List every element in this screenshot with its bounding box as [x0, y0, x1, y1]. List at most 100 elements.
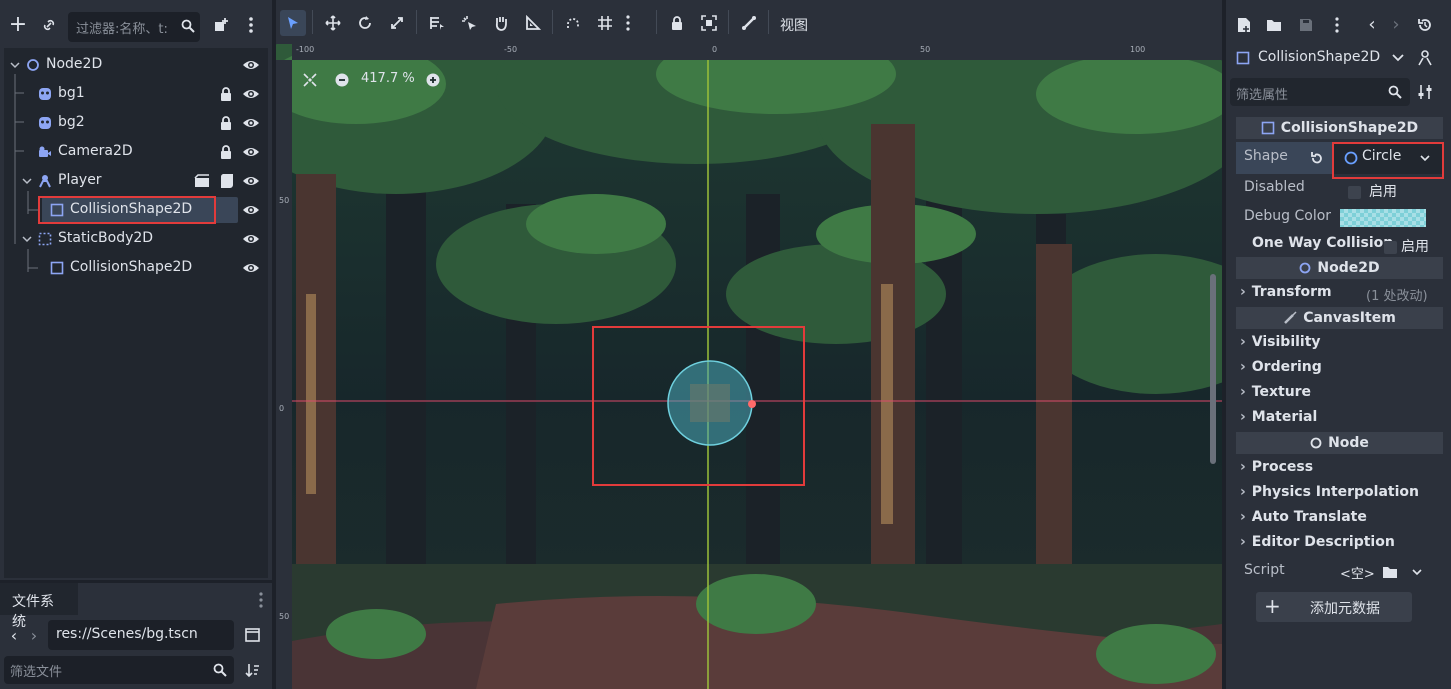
layout-toggle-icon[interactable] [244, 627, 260, 643]
view-menu[interactable]: 视图 [780, 15, 808, 35]
debug-color-swatch[interactable] [1340, 209, 1426, 227]
collapse-arrow-icon[interactable] [22, 176, 32, 186]
category-label: Visibility [1240, 334, 1321, 350]
transform-changes-note: (1 处改动) [1366, 289, 1428, 304]
scene-tree: Node2D bg1 bg2 Camera2D Player Collision… [4, 48, 268, 578]
script-value[interactable]: <空> [1340, 563, 1375, 582]
tree-node-node2d[interactable]: Node2D [4, 52, 268, 78]
visibility-eye-icon[interactable] [242, 172, 260, 190]
file-filter-input[interactable]: 筛选文件 [4, 656, 234, 684]
category-label: Auto Translate [1240, 509, 1367, 525]
collapse-arrow-icon[interactable] [10, 60, 20, 70]
visibility-eye-icon[interactable] [242, 201, 260, 219]
open-folder-icon[interactable] [1266, 16, 1282, 34]
disabled-value: 启用 [1369, 184, 1397, 200]
load-folder-icon[interactable] [1382, 565, 1398, 579]
back-arrow-icon[interactable]: ‹ [8, 626, 20, 645]
node-selector-dropdown[interactable]: CollisionShape2D [1230, 44, 1406, 72]
tree-node-player[interactable]: Player [4, 168, 268, 194]
sort-icon[interactable] [244, 662, 260, 678]
link-icon[interactable] [40, 16, 58, 34]
sprite-icon [39, 88, 51, 100]
history-back-icon[interactable]: ‹ [1366, 14, 1378, 35]
forward-arrow-icon[interactable]: › [28, 626, 40, 645]
visibility-eye-icon[interactable] [242, 259, 260, 277]
scene-instance-icon[interactable] [194, 174, 210, 188]
property-filter-input[interactable]: 筛选属性 [1230, 78, 1410, 106]
more-menu-icon[interactable] [254, 591, 268, 609]
node-doc-icon[interactable] [1416, 48, 1434, 68]
pivot-mode-button[interactable] [458, 12, 480, 34]
section-canvasitem[interactable]: CanvasItem [1236, 307, 1443, 329]
add-metadata-button[interactable]: + 添加元数据 [1256, 592, 1412, 622]
revert-icon[interactable] [1310, 151, 1324, 165]
visibility-eye-icon[interactable] [242, 143, 260, 161]
vertical-scrollbar[interactable] [1210, 274, 1216, 464]
property-options-icon[interactable] [1416, 83, 1434, 101]
lock-icon[interactable] [218, 115, 234, 131]
node-icon [1310, 437, 1322, 449]
add-node-icon[interactable]: + [8, 12, 28, 37]
zoom-level[interactable]: 417.7 % [361, 71, 415, 86]
tree-node-label: Camera2D [58, 143, 133, 159]
category-label: Physics Interpolation [1240, 484, 1419, 500]
tree-node-collisionshape2d-selected[interactable]: CollisionShape2D [4, 196, 268, 224]
path-field[interactable]: res://Scenes/bg.tscn [48, 620, 234, 650]
instance-scene-icon[interactable] [212, 16, 230, 34]
pan-mode-button[interactable] [490, 12, 512, 34]
one-way-collision-checkbox[interactable]: 启用 [1384, 236, 1429, 256]
section-title: CollisionShape2D [1280, 120, 1419, 136]
tree-node-bg2[interactable]: bg2 [4, 110, 268, 136]
tab-filesystem[interactable]: 文件系统 [0, 583, 78, 630]
chevron-down-icon[interactable] [1412, 569, 1422, 576]
zoom-out-icon[interactable] [334, 72, 350, 88]
history-icon[interactable] [1416, 16, 1434, 34]
list-select-button[interactable] [426, 12, 448, 34]
zoom-in-icon[interactable] [425, 72, 441, 88]
scene-toolbar: + 过滤器:名称、t: [0, 0, 272, 44]
save-icon[interactable] [1298, 16, 1314, 34]
new-resource-icon[interactable] [1236, 16, 1252, 34]
select-mode-button[interactable] [280, 10, 306, 36]
section-node[interactable]: Node [1236, 432, 1443, 454]
transform-category[interactable]: Transform (1 处改动) [1236, 284, 1446, 304]
category-label: Editor Description [1240, 534, 1395, 550]
canvas-viewport[interactable]: -100 -50 0 50 100 50 0 50 417.7 % [276, 44, 1222, 689]
ruler-mode-button[interactable] [522, 12, 544, 34]
history-forward-icon[interactable]: › [1390, 14, 1402, 35]
more-menu-icon[interactable] [1332, 16, 1342, 34]
camera-icon [39, 146, 51, 157]
smart-snap-button[interactable] [562, 12, 584, 34]
tree-node-collisionshape2d[interactable]: CollisionShape2D [4, 255, 268, 281]
scale-mode-button[interactable] [386, 12, 408, 34]
horizontal-ruler: -100 -50 0 50 100 [292, 44, 1222, 60]
skeleton-options-button[interactable] [738, 12, 760, 34]
more-menu-icon[interactable] [244, 16, 258, 34]
visibility-eye-icon[interactable] [242, 230, 260, 248]
visibility-eye-icon[interactable] [242, 114, 260, 132]
forest-background [276, 44, 1222, 689]
section-node2d[interactable]: Node2D [1236, 257, 1443, 279]
collision-shape-icon [1236, 51, 1250, 65]
tree-node-staticbody2d[interactable]: StaticBody2D [4, 226, 268, 252]
script-icon[interactable] [220, 173, 234, 189]
tree-node-camera2d[interactable]: Camera2D [4, 139, 268, 165]
tree-node-bg1[interactable]: bg1 [4, 81, 268, 107]
visibility-eye-icon[interactable] [242, 85, 260, 103]
highlight-box [1332, 142, 1444, 179]
grid-snap-button[interactable] [594, 12, 616, 34]
shape-label: Shape [1244, 148, 1288, 164]
lock-icon[interactable] [218, 144, 234, 160]
lock-icon[interactable] [218, 86, 234, 102]
lock-selected-button[interactable] [666, 12, 688, 34]
collapse-arrow-icon[interactable] [22, 234, 32, 244]
move-mode-button[interactable] [322, 12, 344, 34]
center-view-icon[interactable] [302, 72, 318, 88]
rotate-mode-button[interactable] [354, 12, 376, 34]
snap-options-menu-icon[interactable] [622, 12, 634, 34]
section-collisionshape2d[interactable]: CollisionShape2D [1236, 117, 1443, 139]
disabled-checkbox[interactable]: 启用 [1348, 181, 1397, 201]
visibility-eye-icon[interactable] [242, 56, 260, 74]
tree-node-label: CollisionShape2D [70, 259, 193, 275]
group-selected-button[interactable] [698, 12, 720, 34]
